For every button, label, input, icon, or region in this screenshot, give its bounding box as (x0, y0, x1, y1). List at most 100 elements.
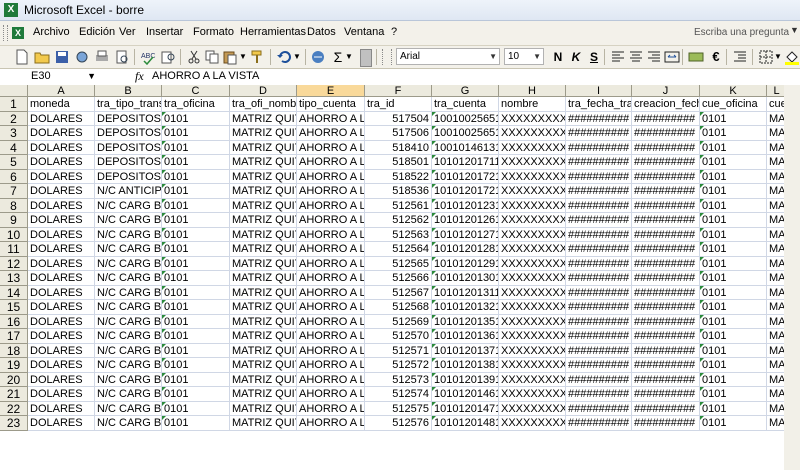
print-preview-icon[interactable] (114, 49, 130, 65)
cell[interactable]: 10101201721 (432, 184, 499, 199)
cell[interactable]: DOLARES (28, 401, 95, 416)
cell[interactable]: AHORRO A L (297, 314, 365, 329)
cell[interactable]: ########## (632, 401, 700, 416)
menu-edicion[interactable]: Edición (79, 26, 115, 38)
column-header-h[interactable]: H (499, 85, 566, 97)
cell[interactable]: ########## (632, 184, 700, 199)
row-header[interactable]: 13 (0, 271, 28, 286)
cell[interactable]: N/C CARG B (95, 300, 162, 315)
cell[interactable]: ########## (632, 372, 700, 387)
cell[interactable]: 0101 (700, 227, 767, 242)
cell[interactable]: 0101 (162, 358, 230, 373)
cell[interactable]: AHORRO A L (297, 343, 365, 358)
cell[interactable]: ########## (566, 285, 632, 300)
cell[interactable]: DOLARES (28, 372, 95, 387)
cell[interactable]: DOLARES (28, 111, 95, 126)
cell[interactable]: N/C CARG B (95, 227, 162, 242)
cell[interactable]: 10101201291 (432, 256, 499, 271)
cell[interactable]: 512563 (365, 227, 432, 242)
cell[interactable]: MATRIZ QUIT (230, 242, 297, 257)
cell[interactable]: AHORRO A L (297, 300, 365, 315)
cell[interactable]: 10101201471 (432, 401, 499, 416)
cell[interactable]: N/C CARG B (95, 256, 162, 271)
align-right-icon[interactable] (646, 49, 662, 65)
cell[interactable]: ########## (632, 343, 700, 358)
formula-input[interactable]: AHORRO A LA VISTA (152, 69, 259, 84)
merge-center-icon[interactable] (664, 49, 680, 65)
menu-herramientas[interactable]: Herramientas (240, 26, 306, 38)
cell[interactable]: XXXXXXXXXXX (499, 329, 566, 344)
toolbar-options-icon[interactable] (360, 49, 372, 67)
cell[interactable]: 0101 (162, 271, 230, 286)
insert-function-icon[interactable]: fx (135, 69, 144, 84)
cell[interactable]: 0101 (700, 169, 767, 184)
cell[interactable]: XXXXXXXXXXX (499, 271, 566, 286)
cell[interactable]: AHORRO A L (297, 401, 365, 416)
cell[interactable]: 0101 (162, 372, 230, 387)
undo-dropdown-icon[interactable]: ▼ (293, 49, 309, 65)
cell[interactable]: 0101 (162, 401, 230, 416)
hyperlink-icon[interactable] (310, 49, 326, 65)
cell[interactable]: ########## (566, 213, 632, 228)
column-header-c[interactable]: C (162, 85, 230, 97)
cell[interactable]: ########## (566, 416, 632, 431)
cell[interactable]: 0101 (162, 387, 230, 402)
cell[interactable]: XXXXXXXXXXX (499, 140, 566, 155)
cell[interactable]: DOLARES (28, 271, 95, 286)
cell[interactable]: N/C CARG B (95, 242, 162, 257)
cell[interactable]: AHORRO A L (297, 198, 365, 213)
cell[interactable]: 512569 (365, 314, 432, 329)
cell[interactable]: 0101 (162, 198, 230, 213)
italic-button[interactable]: K (568, 49, 584, 65)
cell[interactable]: 512575 (365, 401, 432, 416)
cell[interactable]: 517504 (365, 111, 432, 126)
cell[interactable]: 0101 (162, 140, 230, 155)
cell[interactable]: 517506 (365, 126, 432, 141)
cell[interactable]: 518410 (365, 140, 432, 155)
cell[interactable]: MATRIZ QUIT (230, 169, 297, 184)
indent-icon[interactable] (732, 49, 748, 65)
cell[interactable]: DEPOSITOS C (95, 140, 162, 155)
cell[interactable]: 0101 (700, 314, 767, 329)
column-header-b[interactable]: B (95, 85, 162, 97)
cell[interactable]: 518522 (365, 169, 432, 184)
cell[interactable]: MATRIZ QUIT (230, 285, 297, 300)
cell[interactable]: 518536 (365, 184, 432, 199)
cell[interactable]: ########## (566, 140, 632, 155)
cell[interactable]: 0101 (700, 358, 767, 373)
cell[interactable]: ########## (632, 111, 700, 126)
menu-ayuda[interactable]: ? (391, 26, 397, 38)
cell[interactable]: 0101 (162, 169, 230, 184)
cell[interactable]: 10101201261 (432, 213, 499, 228)
cell[interactable]: 10101201391 (432, 372, 499, 387)
cell[interactable]: ########## (632, 314, 700, 329)
cell[interactable]: 0101 (700, 256, 767, 271)
cell[interactable]: DOLARES (28, 285, 95, 300)
cell[interactable]: 10101201461 (432, 387, 499, 402)
cell[interactable]: N/C CARG B (95, 401, 162, 416)
cell[interactable]: ########## (632, 300, 700, 315)
permission-icon[interactable] (74, 49, 90, 65)
cell[interactable]: N/C CARG B (95, 271, 162, 286)
row-header[interactable]: 4 (0, 140, 28, 155)
cell[interactable]: ########## (632, 213, 700, 228)
cell[interactable]: 518501 (365, 155, 432, 170)
cell[interactable]: 10101201311 (432, 285, 499, 300)
row-header[interactable]: 7 (0, 184, 28, 199)
menu-datos[interactable]: Datos (307, 26, 336, 38)
column-header-a[interactable]: A (28, 85, 95, 97)
cell[interactable]: 0101 (162, 227, 230, 242)
cell[interactable]: MATRIZ QUIT (230, 358, 297, 373)
cell[interactable]: 0101 (700, 387, 767, 402)
cell[interactable]: ########## (566, 242, 632, 257)
accounting-format-icon[interactable] (688, 49, 704, 65)
cell[interactable]: AHORRO A L (297, 140, 365, 155)
row-header[interactable]: 3 (0, 126, 28, 141)
cell[interactable]: 10101201231 (432, 198, 499, 213)
cell[interactable]: DEPOSITOS C (95, 111, 162, 126)
row-header[interactable]: 12 (0, 256, 28, 271)
cell[interactable]: ########## (632, 271, 700, 286)
row-header[interactable]: 1 (0, 97, 28, 112)
cell[interactable]: DOLARES (28, 227, 95, 242)
column-header-j[interactable]: J (632, 85, 700, 97)
